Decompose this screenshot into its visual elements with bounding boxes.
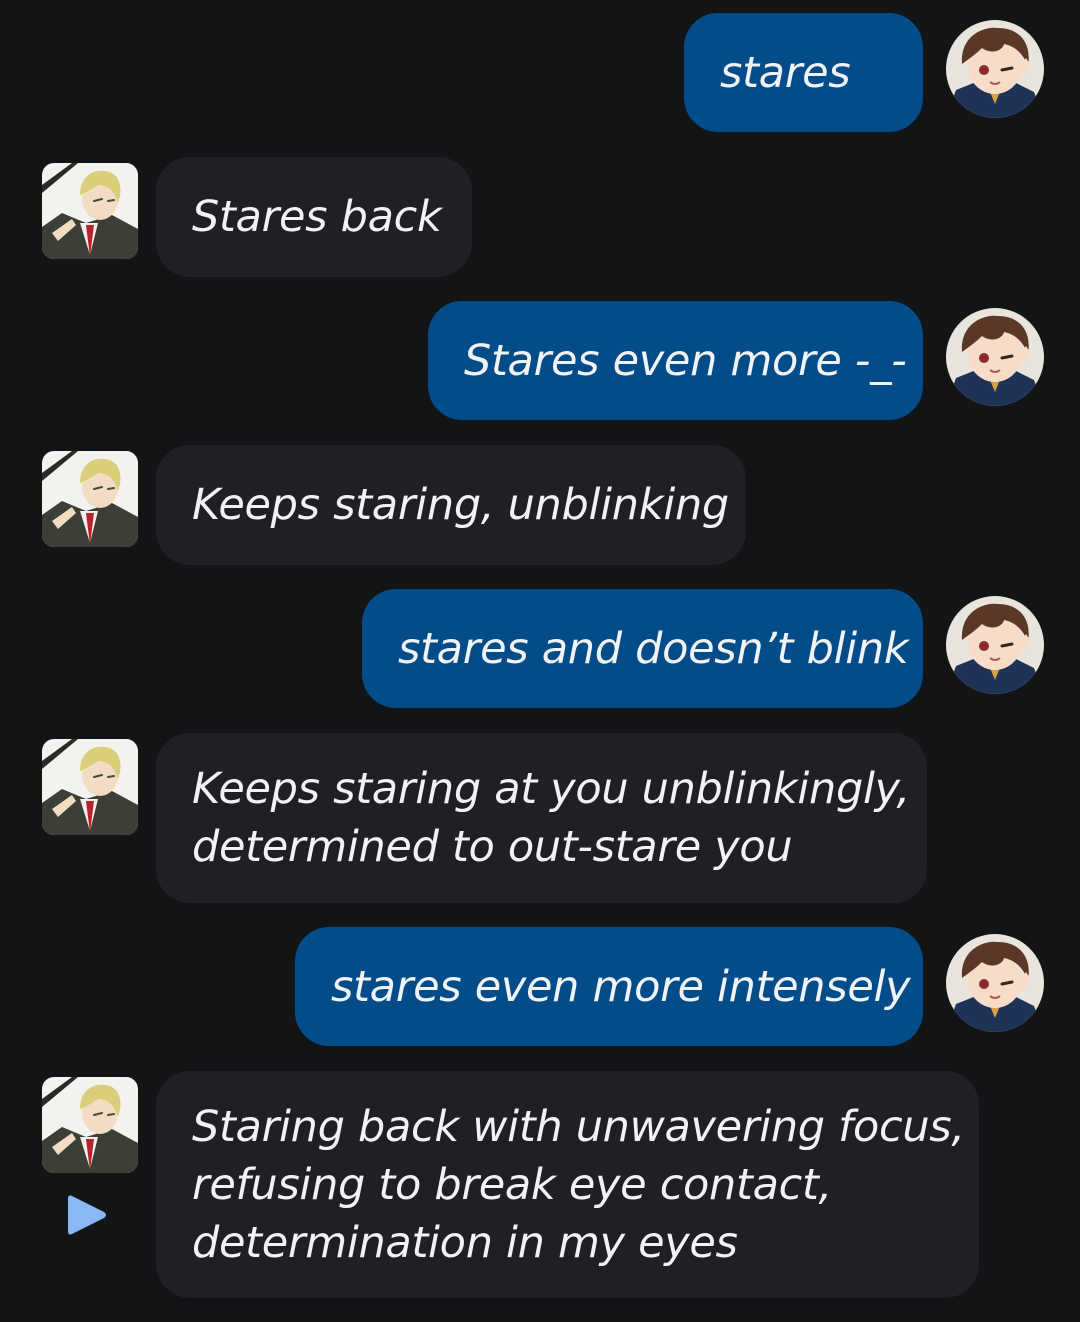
user-avatar-image bbox=[946, 934, 1044, 1032]
bot-message-bubble[interactable]: Stares back bbox=[156, 157, 472, 277]
user-avatar[interactable] bbox=[946, 934, 1044, 1032]
bot-avatar-image bbox=[42, 163, 138, 259]
message-text-line: determination in my eyes bbox=[192, 1217, 738, 1268]
bot-avatar[interactable] bbox=[42, 163, 138, 259]
user-avatar-image bbox=[946, 20, 1044, 118]
message-text: Keeps staring, unblinking bbox=[192, 480, 729, 530]
bot-message-bubble[interactable]: Keeps staring, unblinking bbox=[156, 445, 746, 565]
message-text: Stares even more -_- bbox=[464, 335, 907, 386]
bot-avatar-image bbox=[42, 451, 138, 547]
play-icon-shape bbox=[68, 1195, 106, 1235]
user-avatar-image bbox=[946, 308, 1044, 406]
chat-thread: stares Stares back Stares even more -_- … bbox=[0, 0, 1080, 1322]
user-message-bubble[interactable]: stares even more intensely bbox=[295, 927, 923, 1046]
user-avatar[interactable] bbox=[946, 596, 1044, 694]
bot-avatar[interactable] bbox=[42, 1077, 138, 1173]
message-text: Stares back bbox=[192, 192, 442, 242]
user-avatar-image bbox=[946, 596, 1044, 694]
user-message-bubble[interactable]: stares bbox=[684, 13, 923, 132]
message-text-line: refusing to break eye contact, bbox=[192, 1159, 832, 1210]
message-text-line: Keeps staring at you unblinkingly, bbox=[192, 764, 910, 814]
message-text-line: Staring back with unwavering focus, bbox=[192, 1101, 965, 1152]
bot-avatar-image bbox=[42, 1077, 138, 1173]
message-text: stares even more intensely bbox=[331, 961, 911, 1012]
bot-avatar[interactable] bbox=[42, 451, 138, 547]
user-avatar[interactable] bbox=[946, 20, 1044, 118]
message-text: stares and doesn’t blink bbox=[398, 623, 909, 674]
user-message-bubble[interactable]: stares and doesn’t blink bbox=[362, 589, 923, 708]
play-icon[interactable] bbox=[66, 1192, 108, 1238]
bot-message-bubble[interactable]: Keeps staring at you unblinkingly, deter… bbox=[156, 733, 927, 903]
bot-avatar[interactable] bbox=[42, 739, 138, 835]
bot-message-bubble[interactable]: Staring back with unwavering focus, refu… bbox=[156, 1071, 979, 1298]
user-avatar[interactable] bbox=[946, 308, 1044, 406]
user-message-bubble[interactable]: Stares even more -_- bbox=[428, 301, 923, 420]
message-text: stares bbox=[720, 47, 851, 98]
bot-avatar-image bbox=[42, 739, 138, 835]
message-text-line: determined to out-stare you bbox=[192, 822, 793, 872]
